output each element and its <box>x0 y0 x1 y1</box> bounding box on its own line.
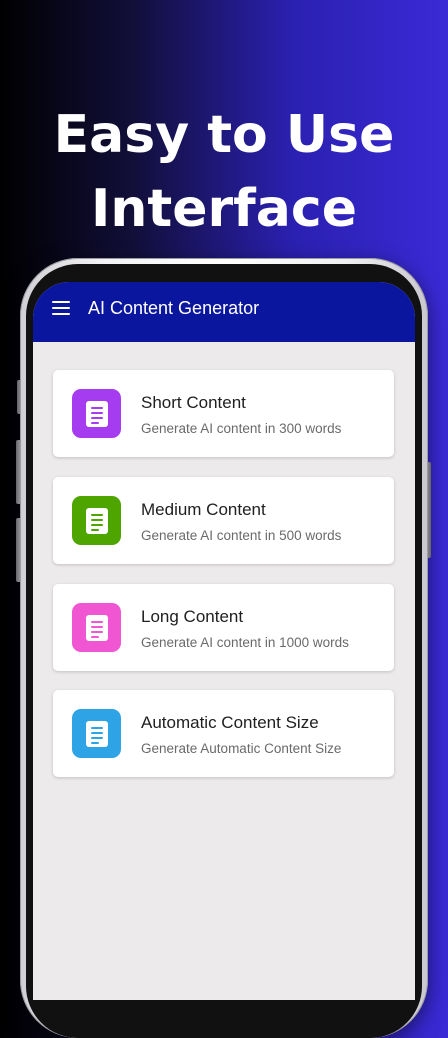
document-icon <box>72 496 121 545</box>
app-bar: AI Content Generator <box>33 282 415 342</box>
card-short-content[interactable]: Short Content Generate AI content in 300… <box>53 370 394 457</box>
hamburger-menu-icon[interactable] <box>52 301 70 315</box>
card-subtitle: Generate AI content in 1000 words <box>141 635 349 650</box>
card-subtitle: Generate AI content in 500 words <box>141 528 342 543</box>
card-subtitle: Generate Automatic Content Size <box>141 741 342 756</box>
card-subtitle: Generate AI content in 300 words <box>141 421 342 436</box>
document-icon <box>72 709 121 758</box>
promo-headline: Easy to Use Interface <box>0 98 448 246</box>
card-title: Medium Content <box>141 500 266 519</box>
card-title: Short Content <box>141 393 246 412</box>
headline-line-2: Interface <box>91 179 357 239</box>
headline-line-1: Easy to Use <box>53 105 395 165</box>
app-title: AI Content Generator <box>88 298 260 318</box>
card-title: Long Content <box>141 607 244 626</box>
document-icon <box>72 389 121 438</box>
card-automatic-content-size[interactable]: Automatic Content Size Generate Automati… <box>53 690 394 777</box>
card-medium-content[interactable]: Medium Content Generate AI content in 50… <box>53 477 394 564</box>
app-screen: AI Content Generator Short Content Gener… <box>33 282 415 1000</box>
document-icon <box>72 603 121 652</box>
card-long-content[interactable]: Long Content Generate AI content in 1000… <box>53 584 394 671</box>
card-title: Automatic Content Size <box>141 713 319 732</box>
